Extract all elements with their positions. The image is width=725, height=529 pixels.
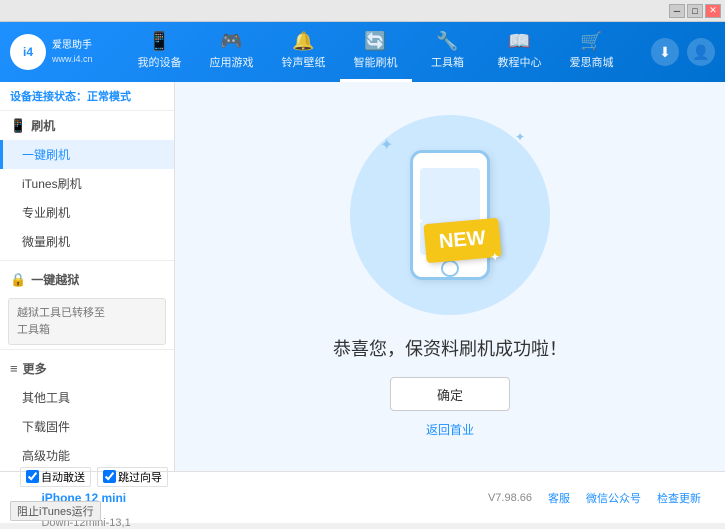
- maximize-btn[interactable]: □: [687, 4, 703, 18]
- sidebar-item-one-click-flash[interactable]: 一键刷机: [0, 140, 174, 169]
- auto-send-checkbox[interactable]: [26, 470, 39, 483]
- title-bar: ─ □ ✕: [0, 0, 725, 22]
- wechat-link[interactable]: 微信公众号: [586, 490, 641, 506]
- nav-items: 📱 我的设备 🎮 应用游戏 🔔 铃声壁纸 🔄 智能刷机 🔧 工具箱 📖 教程中心…: [100, 22, 651, 82]
- sidebar-item-other-tools[interactable]: 其他工具: [0, 383, 174, 412]
- apps-games-icon: 🎮: [220, 31, 242, 52]
- download-btn[interactable]: ⬇: [651, 38, 679, 66]
- sidebar-jailbreak-header: 🔒 一键越狱: [0, 265, 174, 294]
- mall-icon: 🛒: [580, 31, 602, 52]
- sidebar-divider-2: [0, 349, 174, 350]
- lock-icon: 🔒: [10, 272, 26, 288]
- service-link[interactable]: 客服: [548, 490, 570, 506]
- smart-flash-icon: 🔄: [364, 31, 386, 52]
- sparkle-tl-icon: ✦: [380, 135, 393, 155]
- main-area: 设备连接状态：正常模式 📱 刷机 一键刷机 iTunes刷机 专业刷机 微量刷机…: [0, 82, 725, 471]
- skip-wizard-checkbox-container: 跳过向导: [97, 467, 168, 487]
- nav-apps-games[interactable]: 🎮 应用游戏: [196, 22, 268, 82]
- sidebar-more-header: ≡ 更多: [0, 354, 174, 383]
- nav-toolbox[interactable]: 🔧 工具箱: [412, 22, 484, 82]
- auto-send-checkbox-container: 自动敢送: [20, 467, 91, 487]
- stop-itunes-button[interactable]: 阻止iTunes运行: [10, 501, 101, 521]
- phone-home-btn: [441, 260, 459, 277]
- logo-area: i4 爱思助手 www.i4.cn: [10, 34, 100, 70]
- nav-ringtones[interactable]: 🔔 铃声壁纸: [268, 22, 340, 82]
- skip-wizard-checkbox[interactable]: [103, 470, 116, 483]
- phone-illustration: ✦ ✦ NEW: [350, 115, 550, 315]
- sidebar: 设备连接状态：正常模式 📱 刷机 一键刷机 iTunes刷机 专业刷机 微量刷机…: [0, 82, 175, 471]
- content-area: ✦ ✦ NEW 恭喜您，保资料刷机成功啦！ 确定: [175, 82, 725, 471]
- logo-text: 爱思助手 www.i4.cn: [52, 39, 93, 66]
- nav-tutorials[interactable]: 📖 教程中心: [484, 22, 556, 82]
- sidebar-item-download-firmware[interactable]: 下载固件: [0, 412, 174, 441]
- sidebar-item-itunes-flash[interactable]: iTunes刷机: [0, 169, 174, 198]
- tutorials-icon: 📖: [508, 31, 530, 52]
- confirm-button[interactable]: 确定: [390, 377, 510, 411]
- more-section-icon: ≡: [10, 361, 18, 376]
- my-device-icon: 📱: [148, 31, 170, 52]
- sidebar-divider-1: [0, 260, 174, 261]
- bottom-right-section: V7.98.66 客服 微信公众号 检查更新: [210, 490, 713, 506]
- header-right: ⬇ 👤: [651, 38, 715, 66]
- minimize-btn[interactable]: ─: [669, 4, 685, 18]
- toolbox-icon: 🔧: [436, 31, 458, 52]
- success-title: 恭喜您，保资料刷机成功啦！: [333, 335, 567, 361]
- ringtones-icon: 🔔: [292, 31, 314, 52]
- user-btn[interactable]: 👤: [687, 38, 715, 66]
- sidebar-item-free-flash[interactable]: 微量刷机: [0, 227, 174, 256]
- sparkle-tr-icon: ✦: [515, 130, 525, 144]
- nav-smart-flash[interactable]: 🔄 智能刷机: [340, 22, 412, 82]
- connection-status: 设备连接状态：正常模式: [0, 82, 174, 111]
- sidebar-flash-header: 📱 刷机: [0, 111, 174, 140]
- sidebar-item-pro-flash[interactable]: 专业刷机: [0, 198, 174, 227]
- version-text: V7.98.66: [488, 492, 532, 504]
- success-card: ✦ ✦ NEW 恭喜您，保资料刷机成功啦！ 确定: [333, 115, 567, 438]
- jailbreak-note: 越狱工具已转移至 工具箱: [8, 298, 166, 345]
- close-btn[interactable]: ✕: [705, 4, 721, 18]
- logo-icon: i4: [10, 34, 46, 70]
- circle-bg: ✦ ✦ NEW: [350, 115, 550, 315]
- nav-mall[interactable]: 🛒 爱思商城: [556, 22, 628, 82]
- flash-section-icon: 📱: [10, 118, 26, 134]
- nav-my-device[interactable]: 📱 我的设备: [124, 22, 196, 82]
- bottom-bar: 阻止iTunes运行 自动敢送 跳过向导 📱 iPhone 12 mini 64…: [0, 471, 725, 523]
- new-badge: NEW: [424, 218, 502, 263]
- update-link[interactable]: 检查更新: [657, 490, 701, 506]
- checkbox-row: 自动敢送 跳过向导: [20, 467, 210, 487]
- header: i4 爱思助手 www.i4.cn 📱 我的设备 🎮 应用游戏 🔔 铃声壁纸 🔄…: [0, 22, 725, 82]
- back-link[interactable]: 返回首业: [426, 421, 474, 438]
